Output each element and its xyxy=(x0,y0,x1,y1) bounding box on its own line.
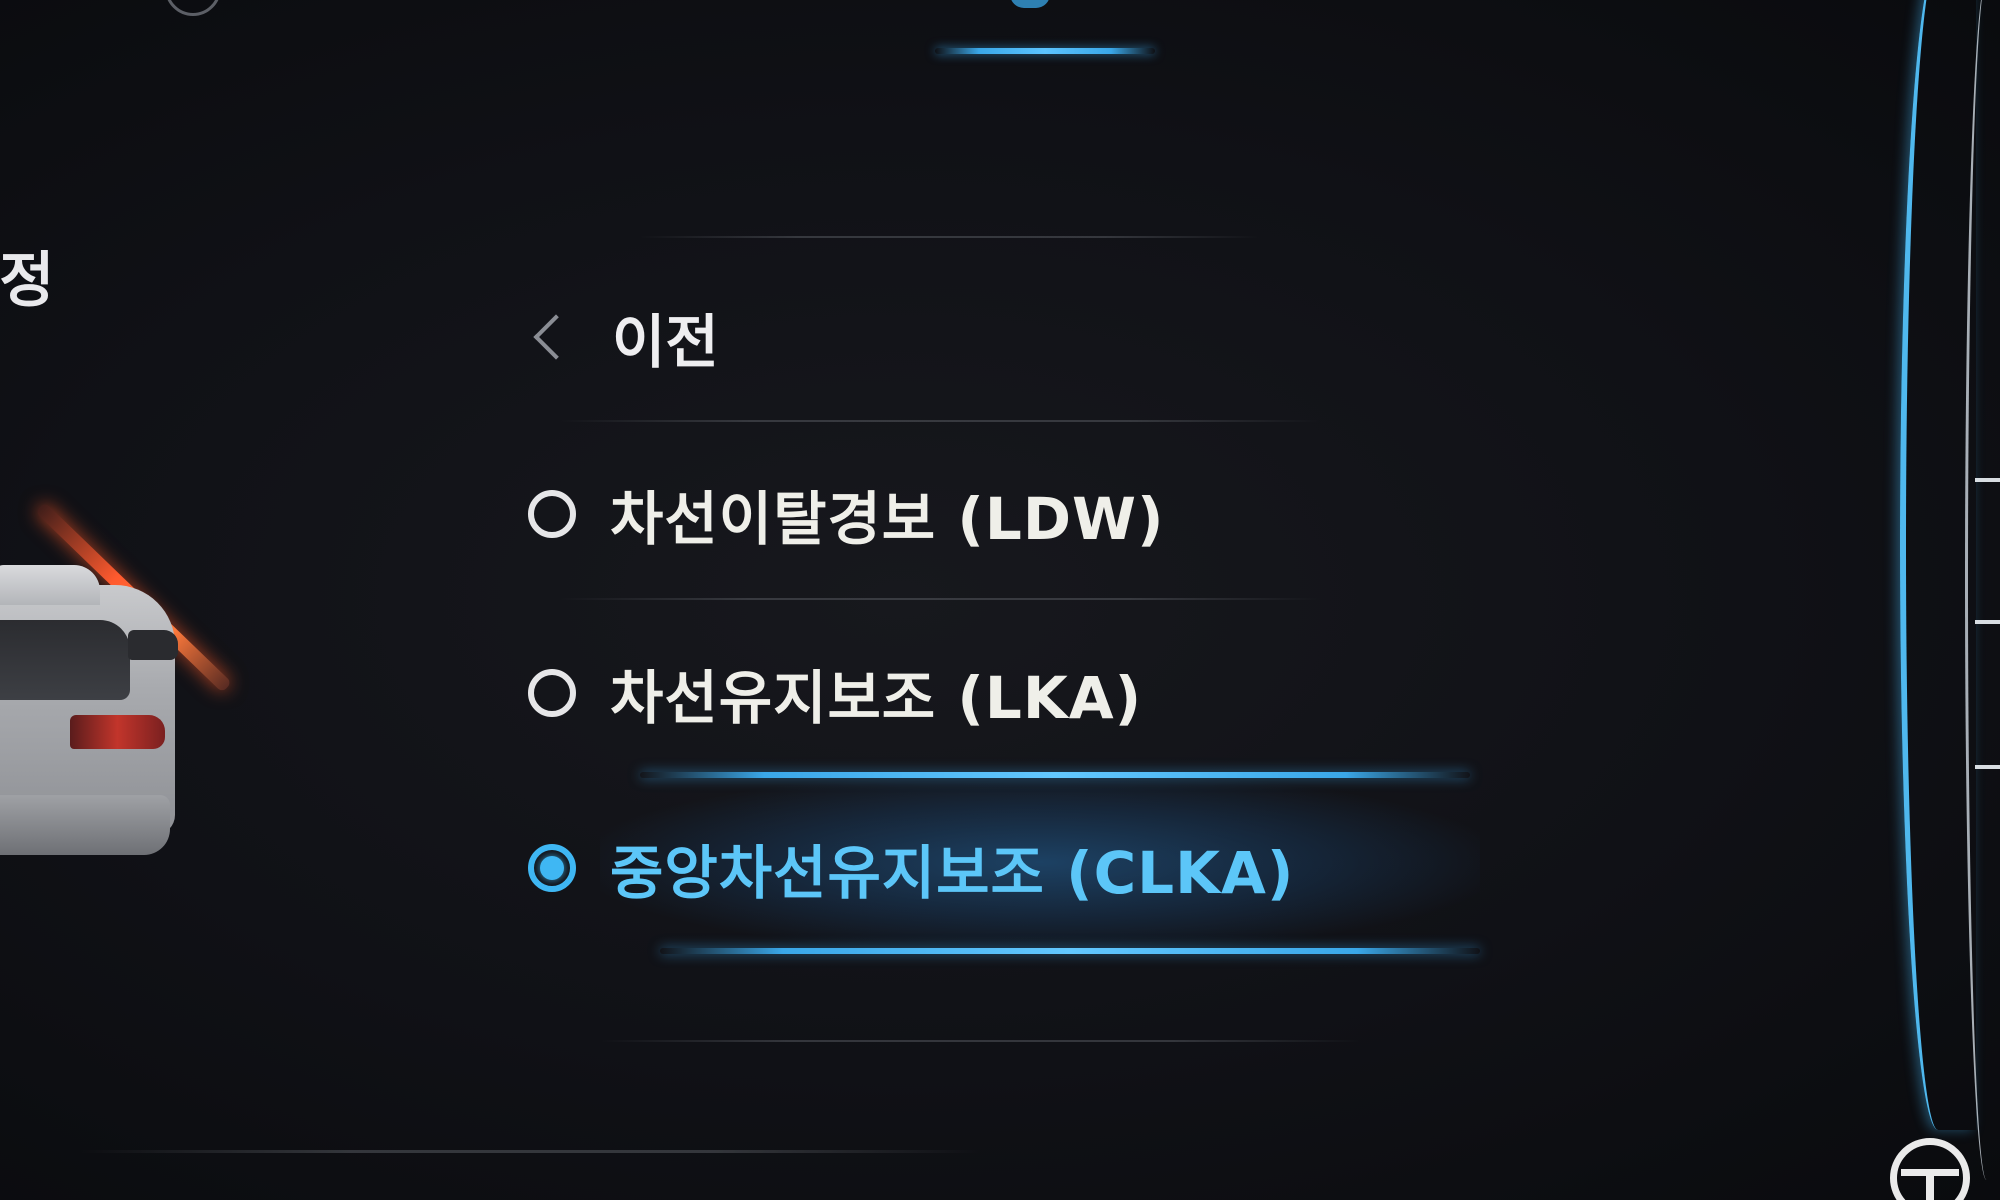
bottom-divider xyxy=(80,1150,980,1153)
option-label: 차선유지보조 (LKA) xyxy=(610,664,1143,732)
radio-unselected-icon[interactable] xyxy=(528,669,576,717)
separator xyxy=(560,598,1320,600)
radio-selected-icon[interactable] xyxy=(528,844,576,892)
radio-unselected-icon[interactable] xyxy=(528,490,576,538)
option-lka[interactable]: 차선유지보조 (LKA) xyxy=(528,643,1142,743)
car-roof xyxy=(0,565,100,605)
option-label: 중앙차선유지보조 (CLKA) xyxy=(610,839,1295,907)
back-label: 이전 xyxy=(612,308,719,376)
car-settings-icon[interactable] xyxy=(1010,0,1050,8)
back-button[interactable]: 이전 xyxy=(530,292,719,382)
gauge-tick xyxy=(1975,478,2000,482)
separator xyxy=(600,1040,1360,1042)
active-tab-indicator xyxy=(935,48,1155,54)
car-rear-window xyxy=(0,620,130,700)
option-label: 차선이탈경보 (LDW) xyxy=(610,485,1165,553)
car-tail-light xyxy=(70,715,165,749)
car-bumper xyxy=(0,795,170,855)
gauge-tick xyxy=(1975,620,2000,624)
chevron-left-icon xyxy=(533,314,579,360)
option-ldw[interactable]: 차선이탈경보 (LDW) xyxy=(528,464,1164,564)
separator xyxy=(640,236,1260,238)
separator xyxy=(560,420,1320,422)
selected-row-bottom-line xyxy=(660,948,1480,954)
page-title: 설정 xyxy=(0,246,57,316)
option-clka[interactable]: 중앙차선유지보조 (CLKA) xyxy=(528,818,1294,918)
top-tab-icon-partial[interactable] xyxy=(165,0,221,16)
car-mirror xyxy=(128,630,178,660)
gauge-tick xyxy=(1975,765,2000,769)
steering-wheel-icon xyxy=(1890,1138,1970,1200)
selected-row-top-line xyxy=(640,772,1470,778)
screen: 설정 이전 차선이탈경보 (LDW) 차선유지보조 (LKA) 중앙차선유지보조… xyxy=(0,0,2000,1200)
